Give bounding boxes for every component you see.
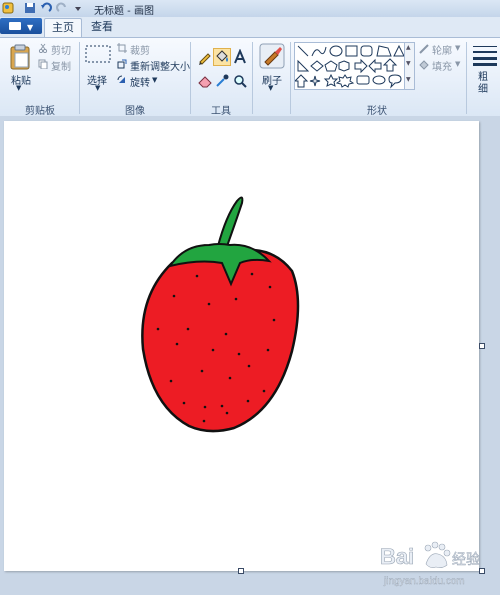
divider (252, 42, 253, 114)
divider (79, 42, 80, 114)
tools-group-label: 工具 (211, 106, 231, 117)
bucket-icon (216, 50, 228, 62)
magnifier-icon (234, 75, 247, 88)
clipboard-group-label: 剪贴板 (25, 106, 55, 117)
divider (190, 42, 191, 114)
crop-button[interactable]: 裁剪 (130, 42, 150, 57)
resize-icon (117, 59, 127, 69)
divider (290, 42, 291, 114)
copy-button[interactable]: 复制 (51, 58, 71, 73)
scissors-icon (38, 43, 48, 53)
svg-text:Bai: Bai (380, 544, 414, 569)
copy-icon (38, 59, 48, 69)
text-a-icon (234, 48, 246, 64)
paint-app-icon (2, 2, 14, 14)
paint-menu-button[interactable]: ▼ (0, 18, 42, 34)
brushes-dropdown-icon[interactable]: ▼ (268, 84, 273, 92)
tab-home[interactable]: 主页 (44, 18, 82, 37)
size-button[interactable]: 粗细 (478, 72, 490, 96)
save-icon[interactable] (24, 2, 36, 14)
tab-view[interactable]: 查看 (86, 18, 118, 36)
resize-button[interactable]: 重新调整大小 (130, 58, 190, 73)
size-icon[interactable] (472, 44, 498, 66)
eraser-tool[interactable] (196, 72, 214, 90)
fill-icon (419, 60, 429, 70)
eyedropper-icon (216, 74, 229, 87)
canvas-resize-handle-bottom[interactable] (238, 568, 244, 574)
drawing-canvas[interactable] (4, 121, 479, 571)
pencil-icon (199, 53, 211, 65)
svg-text:经验: 经验 (452, 551, 480, 567)
divider (466, 42, 467, 114)
chevron-down-icon: ▼ (27, 23, 34, 32)
rotate-button[interactable]: 旋转 (130, 74, 150, 89)
menu-icon (9, 22, 21, 30)
baidu-watermark: Bai 经验 jingyan.baidu.com (378, 538, 496, 592)
redo-icon[interactable] (56, 2, 68, 14)
magnifier-tool[interactable] (231, 72, 249, 90)
shapes-gallery-scroll[interactable]: ▲ ▼ ▼ (404, 42, 415, 90)
select-icon[interactable] (85, 45, 111, 63)
ribbon: 粘贴 ▼ 剪切 复制 剪贴板 选择 ▼ 裁剪 重新调整大小 旋转 ▼ 图像 工具… (0, 37, 500, 117)
paste-icon[interactable] (8, 44, 32, 70)
window-title: 无标题 - 画图 (94, 6, 154, 17)
baidu-logo: Bai 经验 jingyan.baidu.com (380, 541, 480, 587)
scroll-up-icon[interactable]: ▲ (406, 44, 411, 51)
strawberry-drawing (141, 196, 300, 433)
gallery-expand-icon[interactable]: ▼ (406, 76, 411, 83)
outline-button[interactable]: 轮廓 (432, 42, 452, 57)
outline-icon (419, 44, 429, 54)
shapes-gallery-icons (293, 44, 405, 89)
rotate-dropdown-icon[interactable]: ▼ (152, 76, 157, 84)
svg-text:jingyan.baidu.com: jingyan.baidu.com (383, 576, 465, 587)
paste-dropdown-icon[interactable]: ▼ (16, 84, 21, 92)
canvas-resize-handle-right[interactable] (479, 343, 485, 349)
color-picker-tool[interactable] (213, 72, 231, 90)
fill-button[interactable]: 填充 (432, 58, 452, 73)
shapes-group-label: 形状 (367, 106, 387, 117)
image-group-label: 图像 (125, 106, 145, 117)
eraser-icon (198, 76, 212, 88)
title-bar: 无标题 - 画图 (0, 0, 500, 18)
rotate-icon (117, 75, 125, 83)
cut-button[interactable]: 剪切 (51, 42, 71, 57)
select-dropdown-icon[interactable]: ▼ (95, 84, 100, 92)
pencil-tool[interactable] (196, 48, 214, 66)
outline-dropdown-icon[interactable]: ▼ (455, 44, 460, 52)
fill-dropdown-icon[interactable]: ▼ (455, 60, 460, 68)
fill-tool[interactable] (213, 48, 231, 66)
undo-icon[interactable] (40, 2, 52, 14)
scroll-down-icon[interactable]: ▼ (406, 60, 411, 67)
customize-quick-access-icon[interactable] (72, 2, 84, 14)
shapes-gallery[interactable] (293, 42, 406, 90)
text-tool[interactable] (231, 48, 249, 66)
brush-icon[interactable] (259, 43, 285, 69)
crop-icon (117, 43, 127, 53)
